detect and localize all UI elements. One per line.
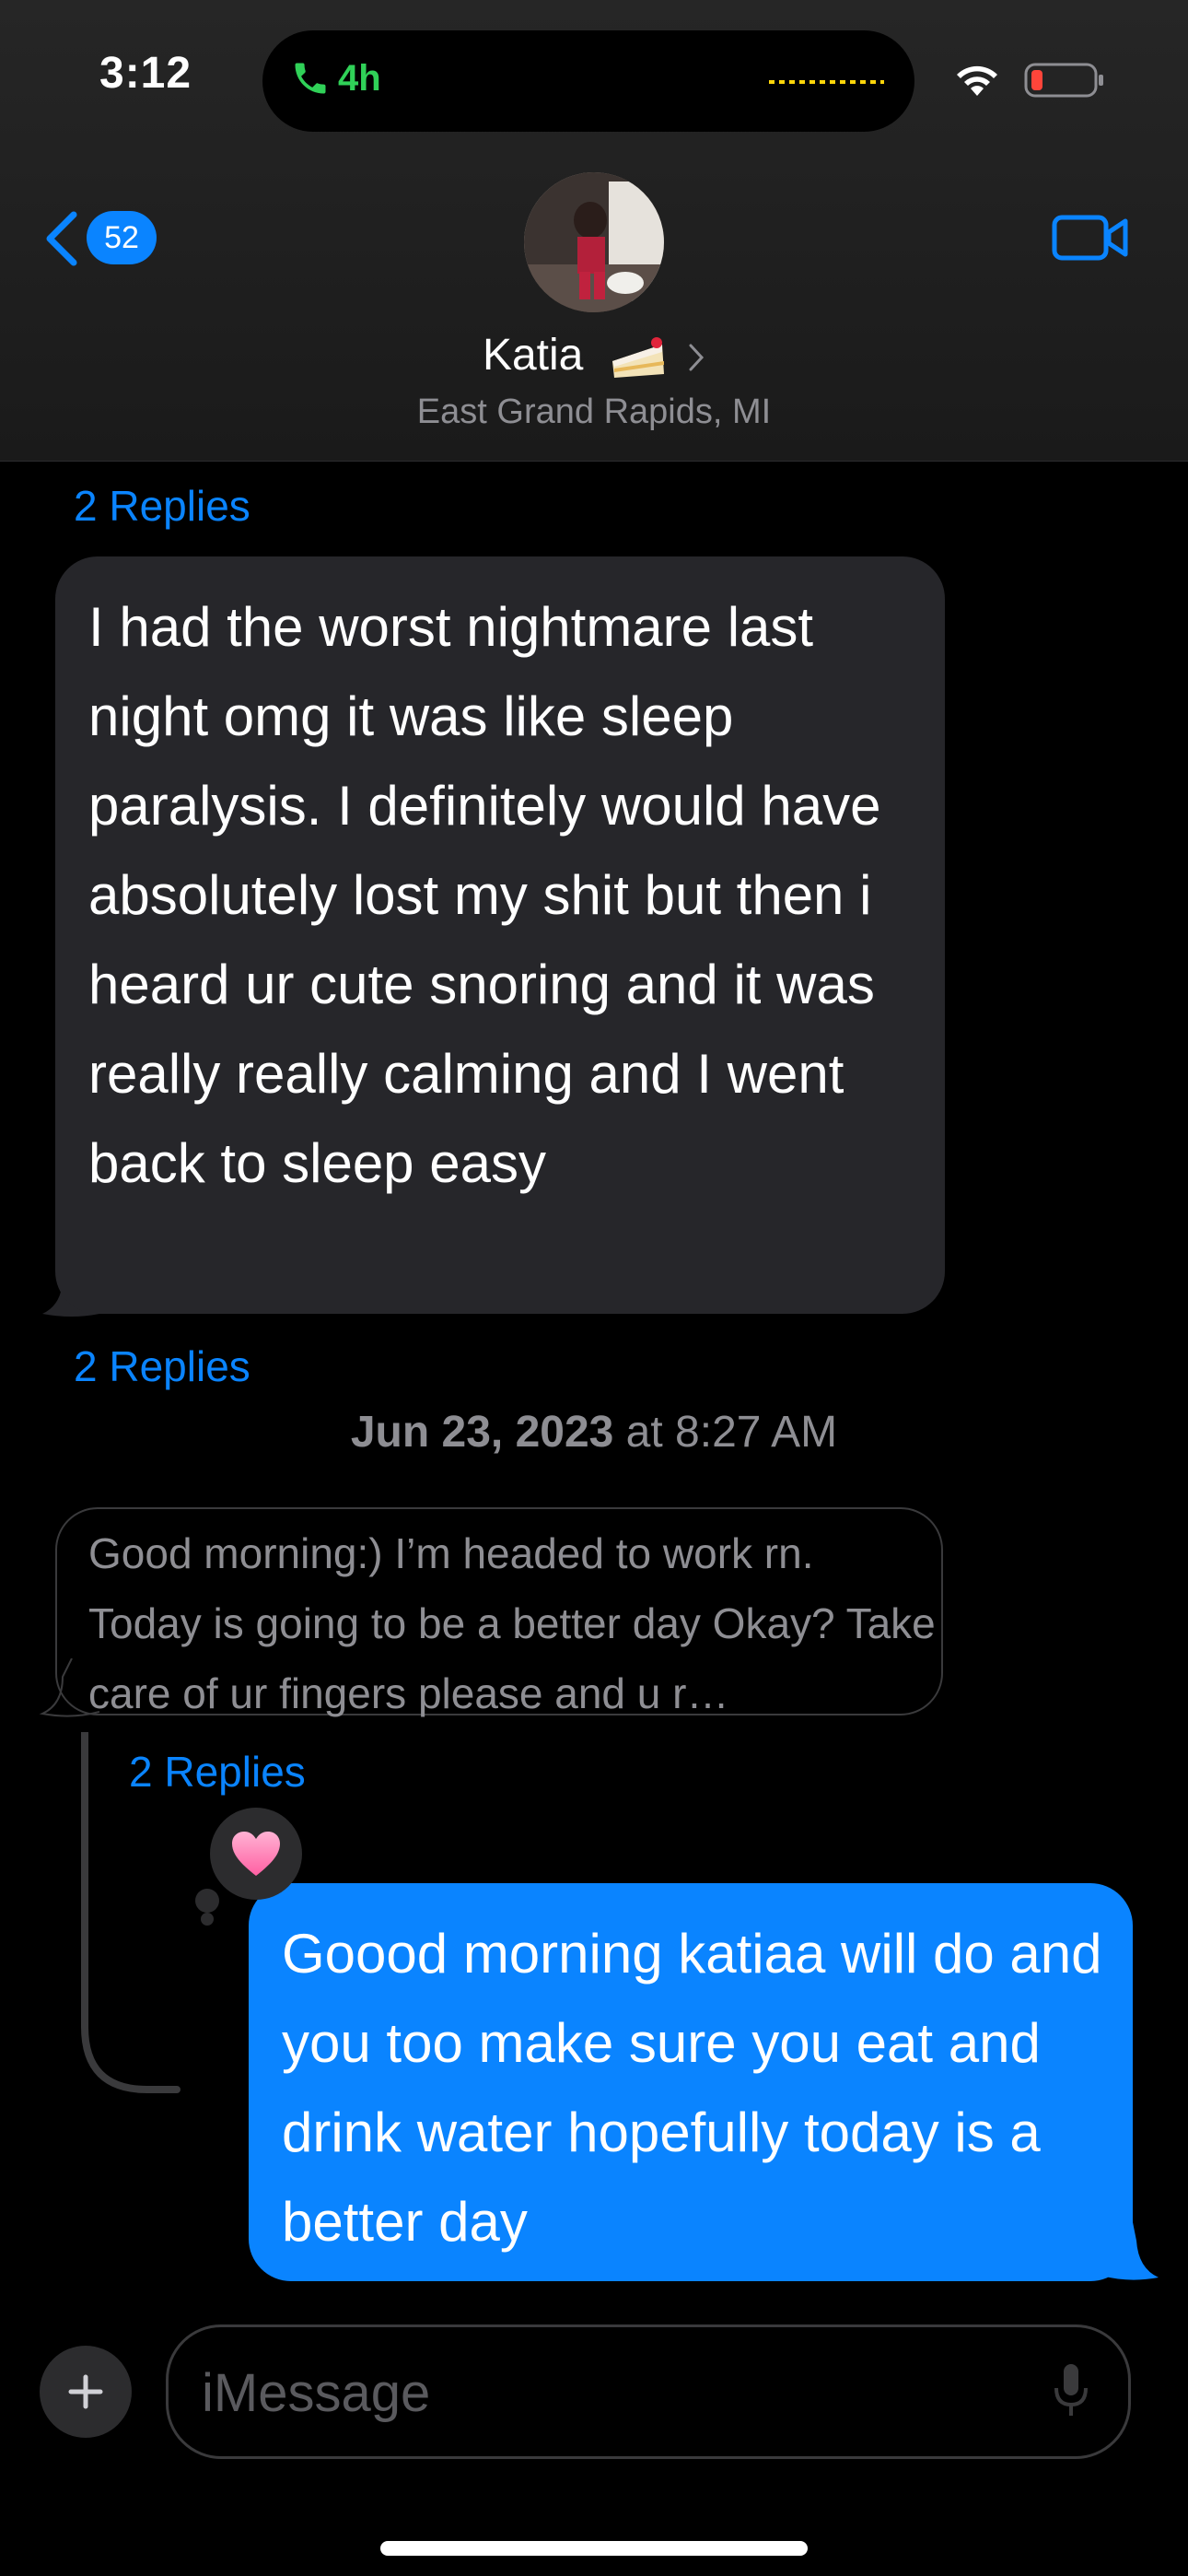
add-attachment-button[interactable] bbox=[40, 2346, 132, 2438]
message-text: Goood morning katiaa will do and you too… bbox=[282, 1923, 1102, 2253]
received-message-bubble[interactable]: I had the worst nightmare last night omg… bbox=[55, 556, 945, 1314]
battery-icon bbox=[1024, 63, 1103, 98]
replies-link[interactable]: 2 Replies bbox=[129, 1747, 306, 1797]
reaction-tail-dot bbox=[195, 1889, 219, 1913]
dynamic-island[interactable]: 4h bbox=[262, 30, 914, 132]
bubble-tail bbox=[1101, 2222, 1159, 2280]
back-button[interactable]: 52 bbox=[44, 205, 166, 270]
microphone-icon[interactable] bbox=[1053, 2362, 1089, 2419]
contact-name-row[interactable]: Katia bbox=[0, 330, 1188, 381]
plus-icon bbox=[68, 2374, 103, 2409]
reaction-tail-dot bbox=[201, 1913, 214, 1926]
input-placeholder: iMessage bbox=[202, 2363, 431, 2423]
contact-name: Katia bbox=[482, 331, 584, 380]
video-call-icon[interactable] bbox=[1052, 212, 1129, 263]
phone-icon bbox=[295, 63, 326, 94]
home-indicator[interactable] bbox=[380, 2541, 808, 2556]
contact-location: East Grand Rapids, MI bbox=[416, 392, 772, 431]
timestamp-date: Jun 23, 2023 bbox=[350, 1408, 614, 1457]
message-text: I had the worst nightmare last night omg… bbox=[88, 596, 881, 1194]
message-input[interactable]: iMessage bbox=[166, 2324, 1131, 2459]
wifi-icon bbox=[957, 65, 997, 96]
thread-parent-bubble[interactable]: Good morning:) I’m headed to work rn. To… bbox=[55, 1507, 943, 1717]
replies-link[interactable]: 2 Replies bbox=[74, 481, 250, 531]
audio-activity-dots bbox=[769, 80, 884, 84]
call-duration: 4h bbox=[338, 58, 381, 99]
timestamp-time: at 8:27 AM bbox=[613, 1408, 838, 1457]
cake-icon bbox=[611, 337, 664, 379]
heart-icon bbox=[232, 1832, 280, 1876]
chevron-right-icon bbox=[689, 344, 705, 371]
chevron-left-icon bbox=[46, 211, 77, 266]
sent-message-bubble[interactable]: Goood morning katiaa will do and you too… bbox=[249, 1883, 1133, 2281]
tapback-reaction[interactable] bbox=[210, 1808, 302, 1900]
unread-count-badge: 52 bbox=[87, 211, 157, 264]
thread-parent-text: Good morning:) I’m headed to work rn. To… bbox=[88, 1529, 936, 1717]
status-time: 3:12 bbox=[99, 49, 192, 98]
contact-avatar[interactable] bbox=[524, 172, 664, 312]
message-timestamp: Jun 23, 2023 at 8:27 AM bbox=[0, 1407, 1188, 1458]
replies-link[interactable]: 2 Replies bbox=[74, 1341, 250, 1391]
